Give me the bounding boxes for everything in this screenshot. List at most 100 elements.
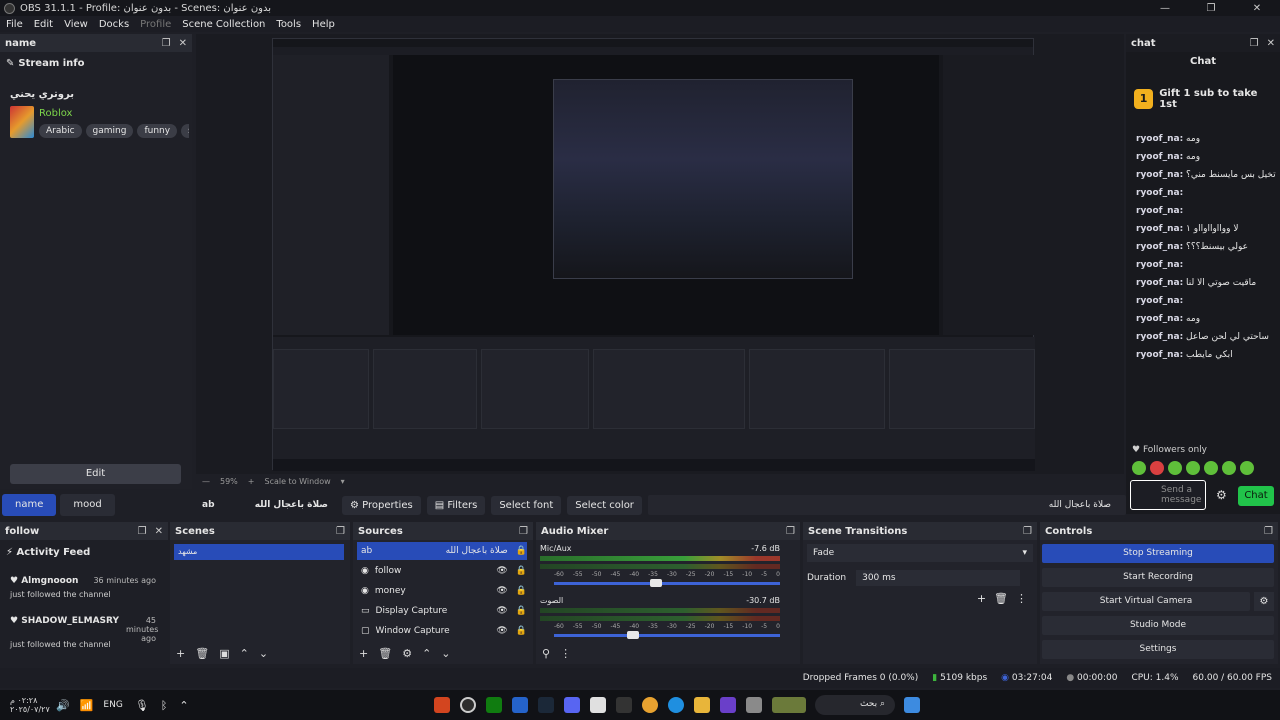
chat-user[interactable]: ryoof_na:	[1136, 314, 1183, 324]
chat-user[interactable]: ryoof_na:	[1136, 242, 1183, 252]
studio-mode-button[interactable]: Studio Mode	[1042, 616, 1274, 635]
transition-select[interactable]: Fade ▾	[807, 544, 1033, 562]
lock-icon[interactable]: 🔒	[516, 566, 527, 576]
eye-icon[interactable]: 👁	[496, 566, 507, 576]
close-icon[interactable]: ✕	[155, 526, 163, 537]
emote-icon[interactable]	[1132, 461, 1146, 475]
stop-streaming-button[interactable]: Stop Streaming	[1042, 544, 1274, 563]
chrome-icon[interactable]	[642, 697, 658, 713]
emote-icon[interactable]	[1204, 461, 1218, 475]
gear-icon[interactable]: ⚙	[1254, 592, 1274, 611]
chevron-down-icon[interactable]: ▾	[341, 477, 345, 486]
menu-edit[interactable]: Edit	[34, 19, 53, 30]
start-virtual-camera-button[interactable]: Start Virtual Camera	[1042, 592, 1250, 611]
mic-icon[interactable]: 🎙	[135, 699, 149, 712]
zoom-in-button[interactable]: +	[248, 477, 255, 486]
windows-start-icon[interactable]	[904, 697, 920, 713]
source-item[interactable]: ◉ money 👁 🔒	[357, 582, 527, 600]
float-icon[interactable]: ❐	[336, 526, 345, 537]
volume-knob[interactable]	[649, 579, 662, 587]
chat-user[interactable]: ryoof_na:	[1136, 188, 1183, 198]
taskbar-search[interactable]: بحث ⌕	[815, 695, 895, 715]
chat-user[interactable]: ryoof_na:	[1136, 152, 1183, 162]
float-icon[interactable]: ❐	[519, 526, 528, 537]
source-item[interactable]: ab صلاة باعجال الله 🔒	[357, 542, 527, 560]
text-source-input[interactable]: صلاة باعجال الله	[647, 495, 1126, 515]
trash-icon[interactable]: 🗑	[378, 647, 392, 660]
emote-icon[interactable]	[1186, 461, 1200, 475]
lock-icon[interactable]: 🔒	[516, 546, 527, 556]
tab-name[interactable]: name	[2, 494, 57, 516]
select-color-button[interactable]: Select color	[567, 495, 642, 515]
filter-icon[interactable]: ▣	[219, 647, 229, 660]
scale-mode-select[interactable]: Scale to Window	[264, 477, 330, 486]
more-icon[interactable]: ⋮	[560, 647, 571, 660]
chat-user[interactable]: ryoof_na:	[1136, 332, 1183, 342]
app-icon[interactable]	[512, 697, 528, 713]
chat-user[interactable]: ryoof_na:	[1136, 170, 1183, 180]
link-icon[interactable]: ⚲	[542, 647, 550, 660]
gear-icon[interactable]: ⚙	[1216, 488, 1227, 502]
edit-stream-info-button[interactable]: Edit	[10, 464, 181, 484]
chat-user[interactable]: ryoof_na:	[1136, 278, 1183, 288]
add-icon[interactable]: +	[359, 647, 368, 660]
folder-icon[interactable]	[694, 697, 710, 713]
eye-icon[interactable]: 👁	[496, 586, 507, 596]
menu-profile[interactable]: Profile	[140, 19, 171, 30]
add-icon[interactable]: +	[176, 647, 185, 660]
volume-slider[interactable]	[554, 631, 780, 639]
chat-user[interactable]: ryoof_na:	[1136, 296, 1183, 306]
float-icon[interactable]: ❐	[1264, 526, 1273, 537]
xbox-icon[interactable]	[486, 697, 502, 713]
menu-help[interactable]: Help	[312, 19, 335, 30]
menu-view[interactable]: View	[64, 19, 88, 30]
steam-icon[interactable]	[538, 697, 554, 713]
emote-icon[interactable]	[1168, 461, 1182, 475]
chat-user[interactable]: ryoof_na:	[1136, 134, 1183, 144]
discord-icon[interactable]	[564, 697, 580, 713]
lock-icon[interactable]: 🔒	[516, 606, 527, 616]
settings-button[interactable]: Settings	[1042, 640, 1274, 659]
network-icon[interactable]: 📶	[80, 699, 94, 712]
chat-user[interactable]: ryoof_na:	[1136, 206, 1183, 216]
menu-docks[interactable]: Docks	[99, 19, 129, 30]
more-icon[interactable]: ⋮	[1016, 592, 1027, 605]
preview-canvas[interactable]	[196, 34, 1124, 474]
brave-icon[interactable]	[434, 697, 450, 713]
gear-icon[interactable]: ⚙	[402, 647, 412, 660]
copilot-icon[interactable]	[720, 697, 736, 713]
menu-scene-collection[interactable]: Scene Collection	[182, 19, 265, 30]
add-icon[interactable]: +	[977, 592, 986, 605]
lock-icon[interactable]: 🔒	[516, 586, 527, 596]
zoom-out-button[interactable]: —	[202, 477, 210, 486]
scene-item[interactable]: مشهد	[174, 544, 344, 560]
gift-sub-banner[interactable]: 1 Gift 1 sub to take 1st	[1134, 88, 1274, 110]
maximize-button[interactable]: ❐	[1188, 3, 1234, 14]
down-arrow-icon[interactable]: ⌄	[441, 647, 450, 660]
chat-message-list[interactable]: ryoof_na: ومه ryoof_na: ومه ryoof_na: تخ…	[1136, 134, 1276, 368]
eye-icon[interactable]: 👁	[496, 606, 507, 616]
chat-input[interactable]: Send a message	[1130, 480, 1206, 510]
float-icon[interactable]: ❐	[1023, 526, 1032, 537]
float-icon[interactable]: ❐	[138, 526, 147, 537]
eye-icon[interactable]: 👁	[496, 626, 507, 636]
system-clock[interactable]: ٠٢:٢٨ م ٢٠٢٥/٠٧/٢٧	[0, 696, 50, 714]
close-window-button[interactable]: ✕	[1234, 3, 1280, 14]
bluetooth-icon[interactable]: ᛒ	[161, 699, 168, 712]
menu-tools[interactable]: Tools	[276, 19, 301, 30]
tab-mood[interactable]: mood	[60, 494, 115, 516]
store-icon[interactable]	[590, 697, 606, 713]
float-icon[interactable]: ❐	[786, 526, 795, 537]
chat-send-button[interactable]: Chat	[1238, 486, 1274, 506]
chevron-up-icon[interactable]: ⌃	[179, 699, 188, 712]
duration-input[interactable]: 300 ms	[856, 570, 1021, 586]
chat-user[interactable]: ryoof_na:	[1136, 224, 1183, 234]
start-recording-button[interactable]: Start Recording	[1042, 568, 1274, 587]
edge-icon[interactable]	[668, 697, 684, 713]
select-font-button[interactable]: Select font	[491, 495, 562, 515]
trash-icon[interactable]: 🗑	[195, 647, 209, 660]
float-icon[interactable]: ❐	[162, 38, 171, 49]
emote-icon[interactable]	[1222, 461, 1236, 475]
lock-icon[interactable]: 🔒	[516, 626, 527, 636]
task-view-icon[interactable]	[746, 697, 762, 713]
